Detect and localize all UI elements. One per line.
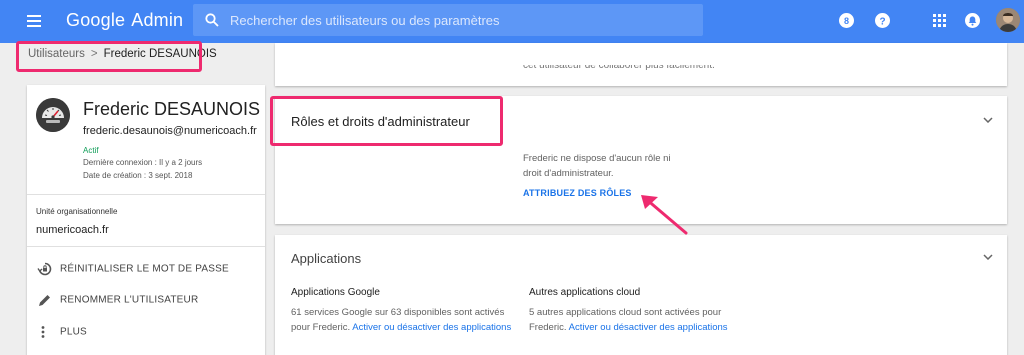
google-one-badge-icon[interactable]: 8 bbox=[838, 12, 855, 29]
rename-user-button[interactable]: RENOMMER L'UTILISATEUR bbox=[37, 293, 198, 307]
apps-grid-icon[interactable] bbox=[931, 12, 948, 29]
chevron-down-icon[interactable] bbox=[983, 117, 993, 123]
cloud-apps-toggle-link[interactable]: Activer ou désactiver des applications bbox=[569, 322, 728, 333]
org-unit-value: numericoach.fr bbox=[36, 224, 109, 236]
google-apps-title: Applications Google bbox=[291, 287, 380, 298]
search-input[interactable]: Rechercher des utilisateurs ou des param… bbox=[230, 13, 500, 28]
more-label: PLUS bbox=[60, 326, 87, 338]
hamburger-menu-icon[interactable] bbox=[27, 15, 41, 27]
google-apps-text: 61 services Google sur 63 disponibles so… bbox=[291, 305, 516, 335]
google-apps-toggle-link[interactable]: Activer ou désactiver des applications bbox=[352, 322, 511, 333]
help-icon[interactable]: ? bbox=[874, 12, 891, 29]
more-vertical-icon bbox=[41, 326, 45, 338]
applications-title[interactable]: Applications bbox=[291, 251, 361, 266]
rename-user-label: RENOMMER L'UTILISATEUR bbox=[60, 294, 199, 306]
user-avatar-speedometer-icon bbox=[36, 98, 70, 132]
search-icon bbox=[205, 13, 219, 27]
previous-section-card bbox=[275, 43, 1007, 86]
logo-google-text: Google bbox=[66, 10, 126, 30]
pencil-icon bbox=[39, 295, 50, 306]
svg-text:?: ? bbox=[879, 17, 885, 28]
account-avatar[interactable] bbox=[996, 8, 1020, 32]
divider bbox=[27, 194, 265, 195]
google-admin-logo[interactable]: Google Admin bbox=[66, 10, 183, 31]
roles-title-highlight-box bbox=[270, 96, 503, 146]
chevron-down-icon[interactable] bbox=[983, 254, 993, 260]
user-created-date: Date de création : 3 sept. 2018 bbox=[83, 171, 193, 180]
cloud-apps-text: 5 autres applications cloud sont activée… bbox=[529, 305, 754, 335]
assign-roles-link[interactable]: ATTRIBUEZ DES RÔLES bbox=[523, 188, 632, 198]
svg-text:8: 8 bbox=[844, 16, 849, 26]
reset-password-label: RÉINITIALISER LE MOT DE PASSE bbox=[60, 263, 229, 275]
cloud-apps-title: Autres applications cloud bbox=[529, 287, 641, 298]
search-bar[interactable]: Rechercher des utilisateurs ou des param… bbox=[193, 4, 703, 36]
org-unit-label: Unité organisationnelle bbox=[36, 207, 118, 216]
admin-roles-description: Frederic ne dispose d'aucun rôle ni droi… bbox=[523, 153, 671, 179]
breadcrumb-highlight-box bbox=[16, 41, 202, 72]
lock-reset-icon bbox=[37, 262, 52, 276]
reset-password-button[interactable]: RÉINITIALISER LE MOT DE PASSE bbox=[37, 262, 229, 276]
logo-admin-text: Admin bbox=[131, 10, 184, 30]
user-status: Actif bbox=[83, 146, 99, 155]
user-name: Frederic DESAUNOIS bbox=[83, 99, 261, 119]
user-photo-icon bbox=[996, 8, 1020, 32]
notifications-bell-icon[interactable] bbox=[964, 12, 981, 29]
divider bbox=[27, 246, 265, 247]
annotation-arrow-icon bbox=[641, 195, 688, 235]
user-last-login: Dernière connexion : Il y a 2 jours bbox=[83, 158, 203, 167]
applications-card bbox=[275, 235, 1007, 355]
user-email: frederic.desaunois@numericoach.fr bbox=[83, 125, 257, 137]
more-button[interactable]: PLUS bbox=[37, 325, 87, 339]
